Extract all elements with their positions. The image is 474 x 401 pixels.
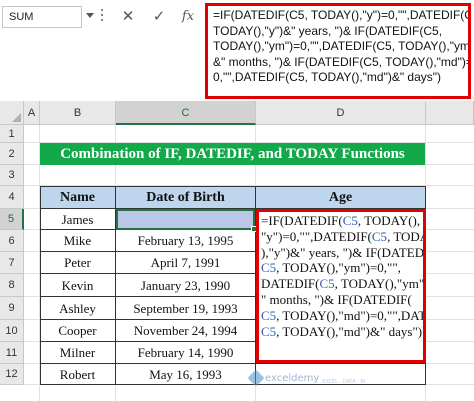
edit-line: "y")=0,"",DATEDIF(C5, TODAY( [261, 228, 423, 245]
row-header-8[interactable]: 8 [0, 274, 24, 297]
cell-reference: C5 [371, 228, 388, 244]
row-header-5[interactable]: 5 [0, 209, 24, 230]
formula-text: " months, ")& IF(DATEDIF( [261, 291, 412, 307]
cell-name[interactable]: Peter [40, 252, 116, 274]
cell-date-of-birth[interactable]: September 19, 1993 [116, 297, 256, 320]
formula-text: , TODAY(), [357, 213, 421, 228]
header-name[interactable]: Name [40, 186, 116, 209]
row-header-6[interactable]: 6 [0, 230, 24, 252]
formula-line: =IF(DATEDIF(C5, TODAY(),"y")=0,"",DATEDI… [213, 8, 471, 22]
formula-text: , TODAY(),"ym")=0,"", [276, 260, 401, 276]
watermark-subtext: EXCEL · DATA · BI [322, 379, 366, 385]
edit-line: C5, TODAY(),"md")&" days") [261, 323, 423, 340]
cell-date-of-birth[interactable]: February 13, 1995 [116, 230, 256, 252]
formula-bar: SUM ✕ ✓ fx =IF(DATEDIF(C5, TODAY(),"y")=… [0, 0, 474, 101]
cell-date-of-birth[interactable]: November 24, 1994 [116, 320, 256, 342]
formula-line: 0,"",DATEDIF(C5, TODAY(),"md")&" days") [213, 70, 442, 84]
cell-date-of-birth[interactable]: January 23, 1990 [116, 274, 256, 297]
column-header-a[interactable]: A [24, 101, 40, 125]
cell-reference: C5 [261, 260, 277, 276]
cancel-button[interactable]: ✕ [117, 7, 139, 27]
row-header-2[interactable]: 2 [0, 143, 24, 165]
cell-name[interactable]: Cooper [40, 320, 116, 342]
enter-button[interactable]: ✓ [148, 7, 170, 27]
formula-text: ),"y")&" years, ")& IF(DATEDIF( [261, 244, 426, 260]
cell-date-of-birth[interactable]: February 14, 1990 [116, 342, 256, 364]
formula-text: , TODAY(),"ym")& [334, 276, 425, 292]
formula-line: &" months, ")& IF(DATEDIF(C5, TODAY(),"m… [213, 54, 471, 69]
cell-d5-edit-formula[interactable]: =IF(DATEDIF(C5, TODAY(), "y")=0,"",DATEDI… [256, 209, 426, 363]
formula-text: , TODAY(),"md")=0,"",DATEDIF( [276, 307, 426, 323]
active-cell-c5[interactable] [116, 209, 255, 230]
formula-text: DATEDIF( [261, 276, 320, 292]
chevron-down-icon[interactable] [86, 13, 94, 18]
edit-line: C5, TODAY(),"ym")=0,"", [261, 260, 421, 276]
row-header-4[interactable]: 4 [0, 186, 24, 209]
formula-text: , TODAY( [387, 228, 423, 244]
exceldemy-watermark: exceldemy EXCEL · DATA · BI [247, 369, 366, 387]
cell-date-of-birth[interactable]: April 7, 1991 [116, 252, 256, 274]
row-header-3[interactable]: 3 [0, 165, 24, 186]
formula-input[interactable]: =IF(DATEDIF(C5, TODAY(),"y")=0,"",DATEDI… [205, 3, 471, 99]
row-header-9[interactable]: 9 [0, 297, 24, 320]
cell-name[interactable]: Kevin [40, 274, 116, 297]
edit-line: ),"y")&" years, ")& IF(DATEDIF( [261, 245, 423, 261]
row-header-11[interactable]: 11 [0, 342, 24, 364]
select-all-corner[interactable] [0, 101, 24, 125]
column-header-blank [426, 101, 474, 125]
edit-line: C5, TODAY(),"md")=0,"",DATEDIF( [261, 307, 423, 324]
more-options-icon [101, 9, 104, 25]
cell-name[interactable]: Milner [40, 342, 116, 364]
formula-line: TODAY(),"ym")=0,"",DATEDIF(C5, TODAY(),"… [213, 39, 471, 53]
row-header-12[interactable]: 12 [0, 364, 24, 385]
cell-date-of-birth[interactable]: May 16, 1993 [116, 364, 256, 385]
cell-name[interactable]: Ashley [40, 297, 116, 320]
cell-name[interactable]: Mike [40, 230, 116, 252]
row-header-10[interactable]: 10 [0, 320, 24, 342]
column-header-d[interactable]: D [256, 101, 426, 125]
worksheet-grid: ABCD 1 2 3 4 5 6 7 8 9 10 11 12 Combination of IF, … [0, 101, 474, 401]
row-header-1[interactable]: 1 [0, 125, 24, 143]
column-header-b[interactable]: B [40, 101, 116, 125]
formula-text: =IF(DATEDIF( [261, 213, 343, 228]
formula-text: "y")=0,"",DATEDIF( [261, 228, 372, 244]
column-header-c[interactable]: C [116, 101, 256, 125]
cell-reference: C5 [319, 276, 335, 292]
edit-line: " months, ")& IF(DATEDIF( [261, 292, 421, 308]
insert-function-button[interactable]: fx [177, 7, 199, 27]
exceldemy-logo-icon [247, 369, 265, 387]
name-box[interactable]: SUM [2, 6, 82, 28]
header-date-of-birth[interactable]: Date of Birth [116, 186, 256, 209]
cell-reference: C5 [342, 213, 358, 228]
watermark-text: exceldemy [265, 372, 320, 384]
row-header-7[interactable]: 7 [0, 252, 24, 274]
edit-line: =IF(DATEDIF(C5, TODAY(), [261, 213, 421, 229]
header-age[interactable]: Age [256, 186, 426, 209]
cell-reference: C5 [261, 307, 277, 323]
cell-reference: C5 [261, 323, 277, 339]
formula-text: , TODAY(),"md")&" days") [276, 323, 423, 339]
formula-line: TODAY(),"y")&" years, ")& IF(DATEDIF(C5, [213, 23, 443, 38]
cell-name[interactable]: James [40, 209, 116, 230]
edit-line: DATEDIF(C5, TODAY(),"ym")& [261, 276, 423, 292]
title-cell[interactable]: Combination of IF, DATEDIF, and TODAY Fu… [40, 143, 425, 165]
cell-name[interactable]: Robert [40, 364, 116, 385]
